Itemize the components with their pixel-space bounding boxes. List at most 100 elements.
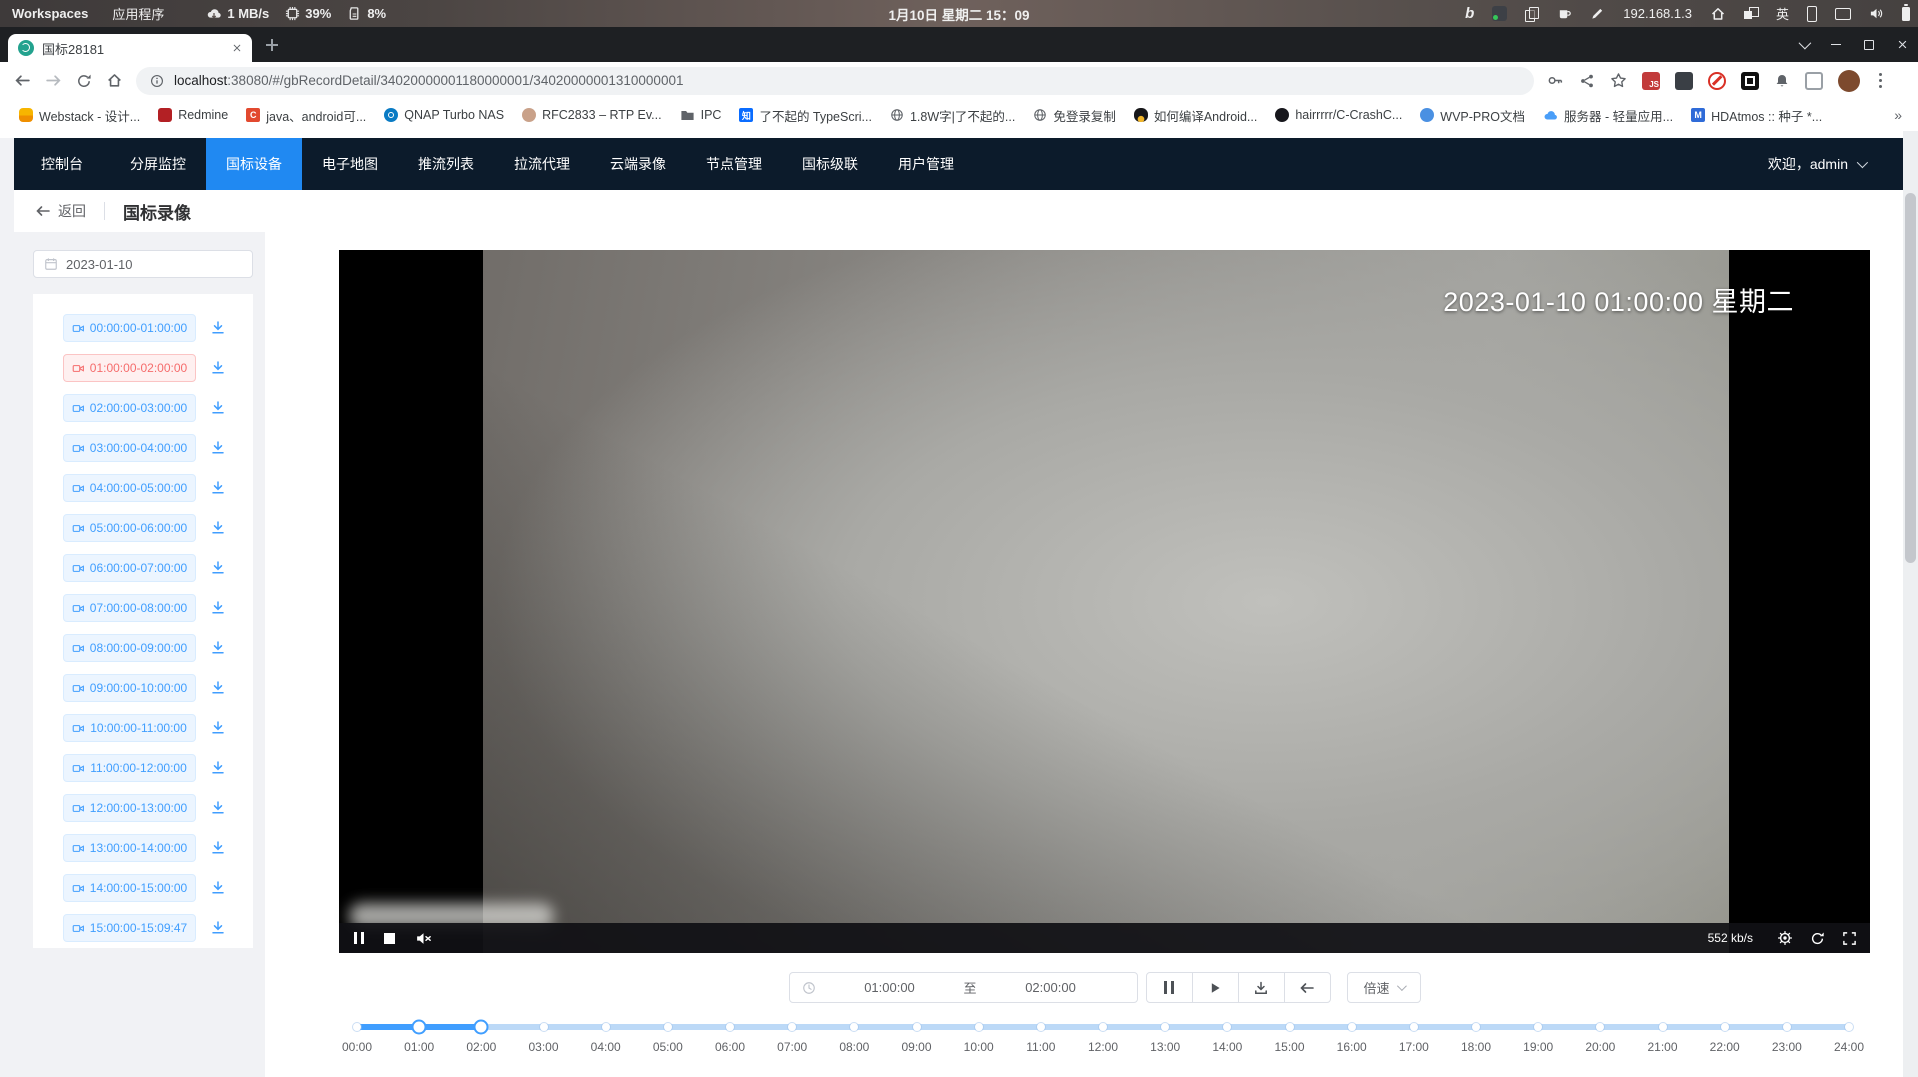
passwords-icon[interactable]: [1547, 72, 1564, 89]
cup-tray-icon[interactable]: [1557, 6, 1572, 21]
time-range-picker[interactable]: 01:00:00 至 02:00:00: [789, 972, 1138, 1003]
nav-item-split-monitor[interactable]: 分屏监控: [110, 138, 206, 190]
bookmark-hdatmos[interactable]: MHDAtmos :: 种子 *...: [1682, 106, 1831, 125]
download-icon[interactable]: [210, 480, 226, 496]
record-button[interactable]: 05:00:00-06:00:00: [63, 514, 196, 542]
extension-outline-icon[interactable]: [1805, 72, 1823, 90]
record-button[interactable]: 13:00:00-14:00:00: [63, 834, 196, 862]
bookmark-star-icon[interactable]: [1610, 72, 1627, 89]
display-tray-icon[interactable]: [1835, 8, 1851, 20]
new-tab-button[interactable]: [266, 39, 278, 51]
pause-button[interactable]: [1146, 972, 1193, 1003]
player-settings-gear-icon[interactable]: [1777, 930, 1793, 946]
user-menu[interactable]: 欢迎，admin: [1768, 154, 1903, 174]
nav-item-e-map[interactable]: 电子地图: [302, 138, 398, 190]
extension-blocker-icon[interactable]: [1708, 72, 1726, 90]
timeline-handle-start[interactable]: [412, 1020, 427, 1035]
record-button[interactable]: 04:00:00-05:00:00: [63, 474, 196, 502]
date-picker-input[interactable]: 2023-01-10: [33, 250, 253, 278]
address-bar[interactable]: localhost:38080/#/gbRecordDetail/3402000…: [136, 67, 1534, 95]
play-button[interactable]: [1192, 972, 1239, 1003]
download-icon[interactable]: [210, 880, 226, 896]
bookmark-android-build[interactable]: 如何编译Android...: [1125, 106, 1267, 125]
screenshot-tray-icon[interactable]: [1492, 6, 1507, 21]
window-close-button[interactable]: [1897, 39, 1908, 50]
timeline-handle-end[interactable]: [474, 1020, 489, 1035]
download-icon[interactable]: [210, 440, 226, 456]
window-maximize-button[interactable]: [1864, 40, 1874, 50]
record-button[interactable]: 02:00:00-03:00:00: [63, 394, 196, 422]
nav-item-pull-proxy[interactable]: 拉流代理: [494, 138, 590, 190]
download-icon[interactable]: [210, 640, 226, 656]
range-start-time[interactable]: 01:00:00: [816, 980, 964, 995]
share-icon[interactable]: [1579, 73, 1595, 89]
download-icon[interactable]: [210, 360, 226, 376]
download-icon[interactable]: [210, 720, 226, 736]
bookmark-github-crashc[interactable]: hairrrrr/C-CrashC...: [1266, 108, 1411, 122]
browser-reload-icon[interactable]: [76, 73, 92, 89]
player-stop-icon[interactable]: [384, 933, 395, 944]
bookmark-redmine[interactable]: Redmine: [149, 108, 237, 122]
browser-back-icon[interactable]: [14, 72, 31, 89]
nav-item-node-manage[interactable]: 节点管理: [686, 138, 782, 190]
browser-forward-icon[interactable]: [45, 72, 62, 89]
bookmark-typescript[interactable]: 知了不起的 TypeScri...: [730, 106, 881, 125]
download-record-button[interactable]: [1238, 972, 1285, 1003]
browser-tab[interactable]: 国标28181: [8, 34, 252, 62]
nav-item-user-manage[interactable]: 用户管理: [878, 138, 974, 190]
player-pause-icon[interactable]: [354, 932, 364, 944]
system-stats[interactable]: 1 MB/s 39% 8%: [206, 6, 386, 22]
record-button[interactable]: 11:00:00-12:00:00: [63, 754, 196, 782]
phone-tray-icon[interactable]: [1807, 6, 1817, 22]
tab-search-icon[interactable]: [1799, 37, 1812, 50]
nav-item-push-list[interactable]: 推流列表: [398, 138, 494, 190]
back-button[interactable]: 返回: [35, 201, 86, 221]
bookmark-copy-free[interactable]: 免登录复制: [1024, 106, 1125, 125]
record-button-active[interactable]: 01:00:00-02:00:00: [63, 354, 196, 382]
bookmark-rfc2833[interactable]: RFC2833 – RTP Ev...: [513, 108, 671, 122]
seek-back-button[interactable]: [1284, 972, 1331, 1003]
nav-item-gb-devices[interactable]: 国标设备: [206, 138, 302, 190]
download-icon[interactable]: [210, 400, 226, 416]
nav-item-cloud-record[interactable]: 云端录像: [590, 138, 686, 190]
record-button[interactable]: 08:00:00-09:00:00: [63, 634, 196, 662]
record-button[interactable]: 03:00:00-04:00:00: [63, 434, 196, 462]
windows-tray-icon[interactable]: [1744, 7, 1758, 20]
record-button[interactable]: 12:00:00-13:00:00: [63, 794, 196, 822]
record-button[interactable]: 09:00:00-10:00:00: [63, 674, 196, 702]
record-button[interactable]: 15:00:00-15:09:47: [63, 914, 196, 942]
bookmarks-overflow-chevron[interactable]: »: [1894, 107, 1902, 123]
clipboard-tray-icon[interactable]: [1525, 7, 1539, 21]
record-button[interactable]: 07:00:00-08:00:00: [63, 594, 196, 622]
bookmark-wvp-pro[interactable]: WVP-PRO文档: [1411, 106, 1534, 125]
tab-close-icon[interactable]: [232, 43, 242, 53]
extension-json-viewer-icon[interactable]: JS: [1642, 72, 1660, 90]
browser-home-icon[interactable]: [106, 72, 123, 89]
volume-tray-icon[interactable]: [1869, 6, 1884, 21]
download-icon[interactable]: [210, 560, 226, 576]
download-icon[interactable]: [210, 760, 226, 776]
download-icon[interactable]: [210, 320, 226, 336]
home-tray-icon[interactable]: [1710, 6, 1726, 22]
input-language-indicator[interactable]: 英: [1776, 4, 1789, 23]
bookmark-java-android[interactable]: Cjava、android可...: [237, 106, 375, 125]
download-icon[interactable]: [210, 600, 226, 616]
extension-black-square-icon[interactable]: [1741, 72, 1759, 90]
bing-tray-icon[interactable]: b: [1465, 5, 1474, 22]
page-info-icon[interactable]: [150, 74, 164, 88]
record-button[interactable]: 10:00:00-11:00:00: [63, 714, 196, 742]
ip-address-indicator[interactable]: 192.168.1.3: [1623, 6, 1692, 21]
player-mute-icon[interactable]: [415, 930, 432, 947]
nav-item-console[interactable]: 控制台: [14, 138, 110, 190]
battery-tray-icon[interactable]: [1902, 7, 1910, 21]
nav-item-gb-cascade[interactable]: 国标级联: [782, 138, 878, 190]
player-fullscreen-icon[interactable]: [1842, 931, 1857, 946]
scrollbar-thumb[interactable]: [1905, 193, 1916, 563]
window-minimize-button[interactable]: [1831, 44, 1841, 46]
bookmark-tencent-cloud[interactable]: 服务器 - 轻量应用...: [1534, 106, 1682, 125]
workspaces-button[interactable]: Workspaces: [12, 6, 88, 21]
bookmark-qnap[interactable]: QNAP Turbo NAS: [375, 108, 513, 122]
clock[interactable]: 1月10日 星期二 15：09: [888, 4, 1029, 24]
download-icon[interactable]: [210, 800, 226, 816]
record-button[interactable]: 00:00:00-01:00:00: [63, 314, 196, 342]
